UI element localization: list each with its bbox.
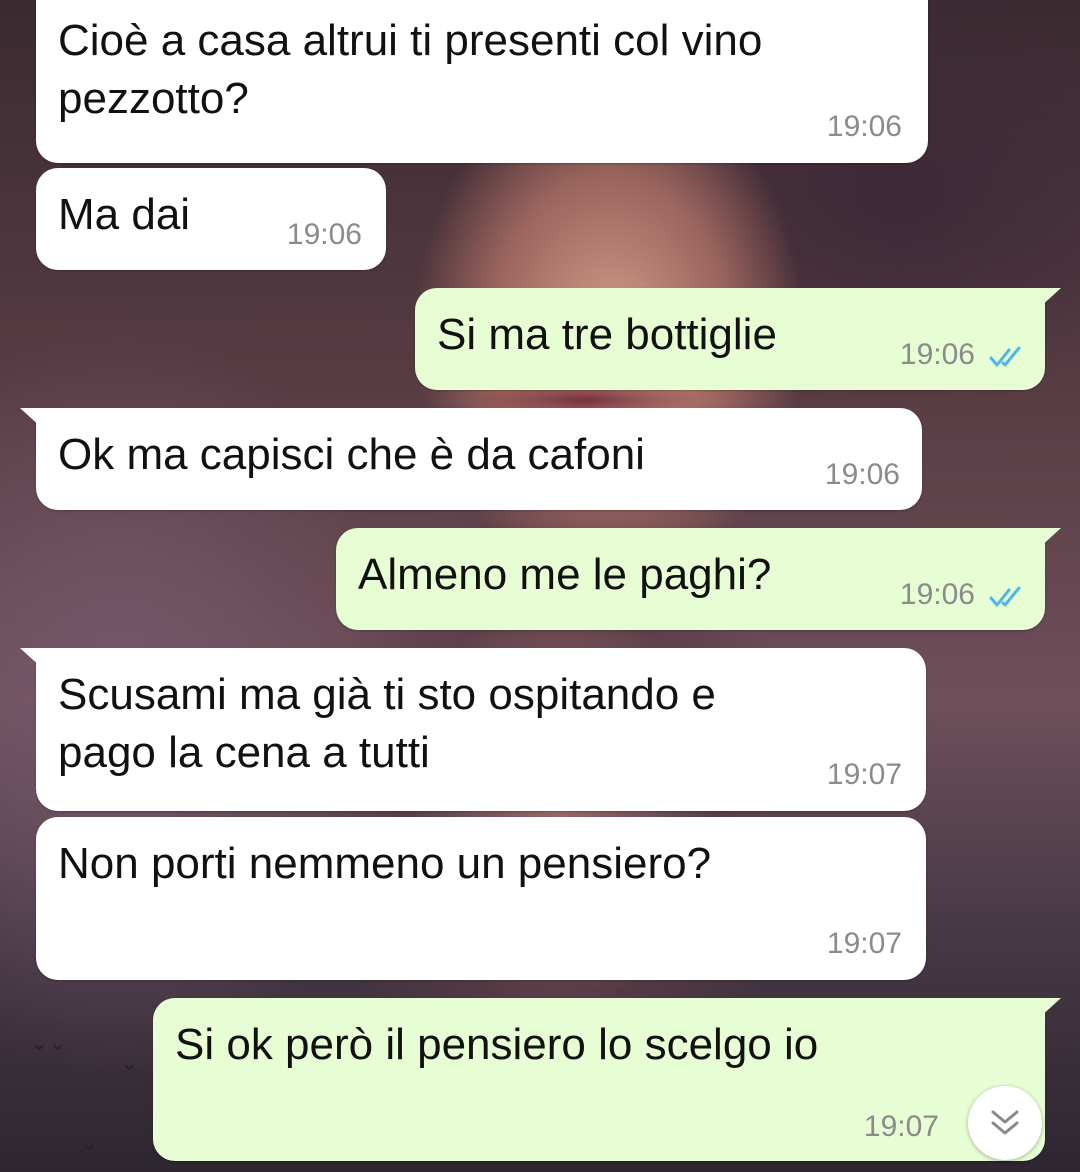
chevron-down-double-icon	[991, 1110, 1019, 1135]
message-time: 19:07	[826, 927, 902, 960]
message-time: 19:06	[899, 338, 975, 371]
message-bubble-incoming[interactable]: Ok ma capisci che è da cafoni 19:06	[20, 408, 922, 510]
message-bubble-outgoing[interactable]: Si ma tre bottiglie 19:06	[415, 288, 1061, 390]
message-bubble-incoming[interactable]: Scusami ma già ti sto ospitando e pago l…	[20, 648, 926, 811]
double-check-icon	[989, 586, 1021, 607]
message-bubble-outgoing[interactable]: Si ok però il pensiero lo scelgo io 19:0…	[153, 998, 1061, 1161]
message-text: Non porti nemmeno un pensiero?	[58, 839, 712, 888]
message-time: 19:06	[826, 110, 902, 143]
message-text: Almeno me le paghi?	[358, 550, 772, 599]
message-text: Cioè a casa altrui ti presenti col vino …	[58, 16, 763, 123]
message-list[interactable]: Cioè a casa altrui ti presenti col vino …	[0, 0, 1080, 1172]
message-text: Si ok però il pensiero lo scelgo io	[175, 1020, 819, 1069]
message-text: Si ma tre bottiglie	[437, 310, 777, 359]
message-time: 19:06	[824, 458, 900, 491]
message-time: 19:06	[286, 218, 362, 251]
message-bubble-incoming[interactable]: Cioè a casa altrui ti presenti col vino …	[36, 0, 928, 163]
message-time: 19:07	[826, 758, 902, 791]
double-check-icon	[989, 346, 1021, 367]
message-text: Scusami ma già ti sto ospitando e pago l…	[58, 670, 716, 777]
message-bubble-outgoing[interactable]: Almeno me le paghi? 19:06	[336, 528, 1061, 630]
message-bubble-incoming[interactable]: Non porti nemmeno un pensiero? 19:07	[36, 817, 926, 980]
message-time: 19:06	[899, 578, 975, 611]
scroll-to-bottom-button[interactable]	[968, 1086, 1042, 1160]
message-bubble-incoming[interactable]: Ma dai 19:06	[36, 168, 386, 270]
message-text: Ok ma capisci che è da cafoni	[58, 430, 645, 479]
message-text: Ma dai	[58, 190, 191, 239]
message-time: 19:07	[863, 1110, 939, 1143]
